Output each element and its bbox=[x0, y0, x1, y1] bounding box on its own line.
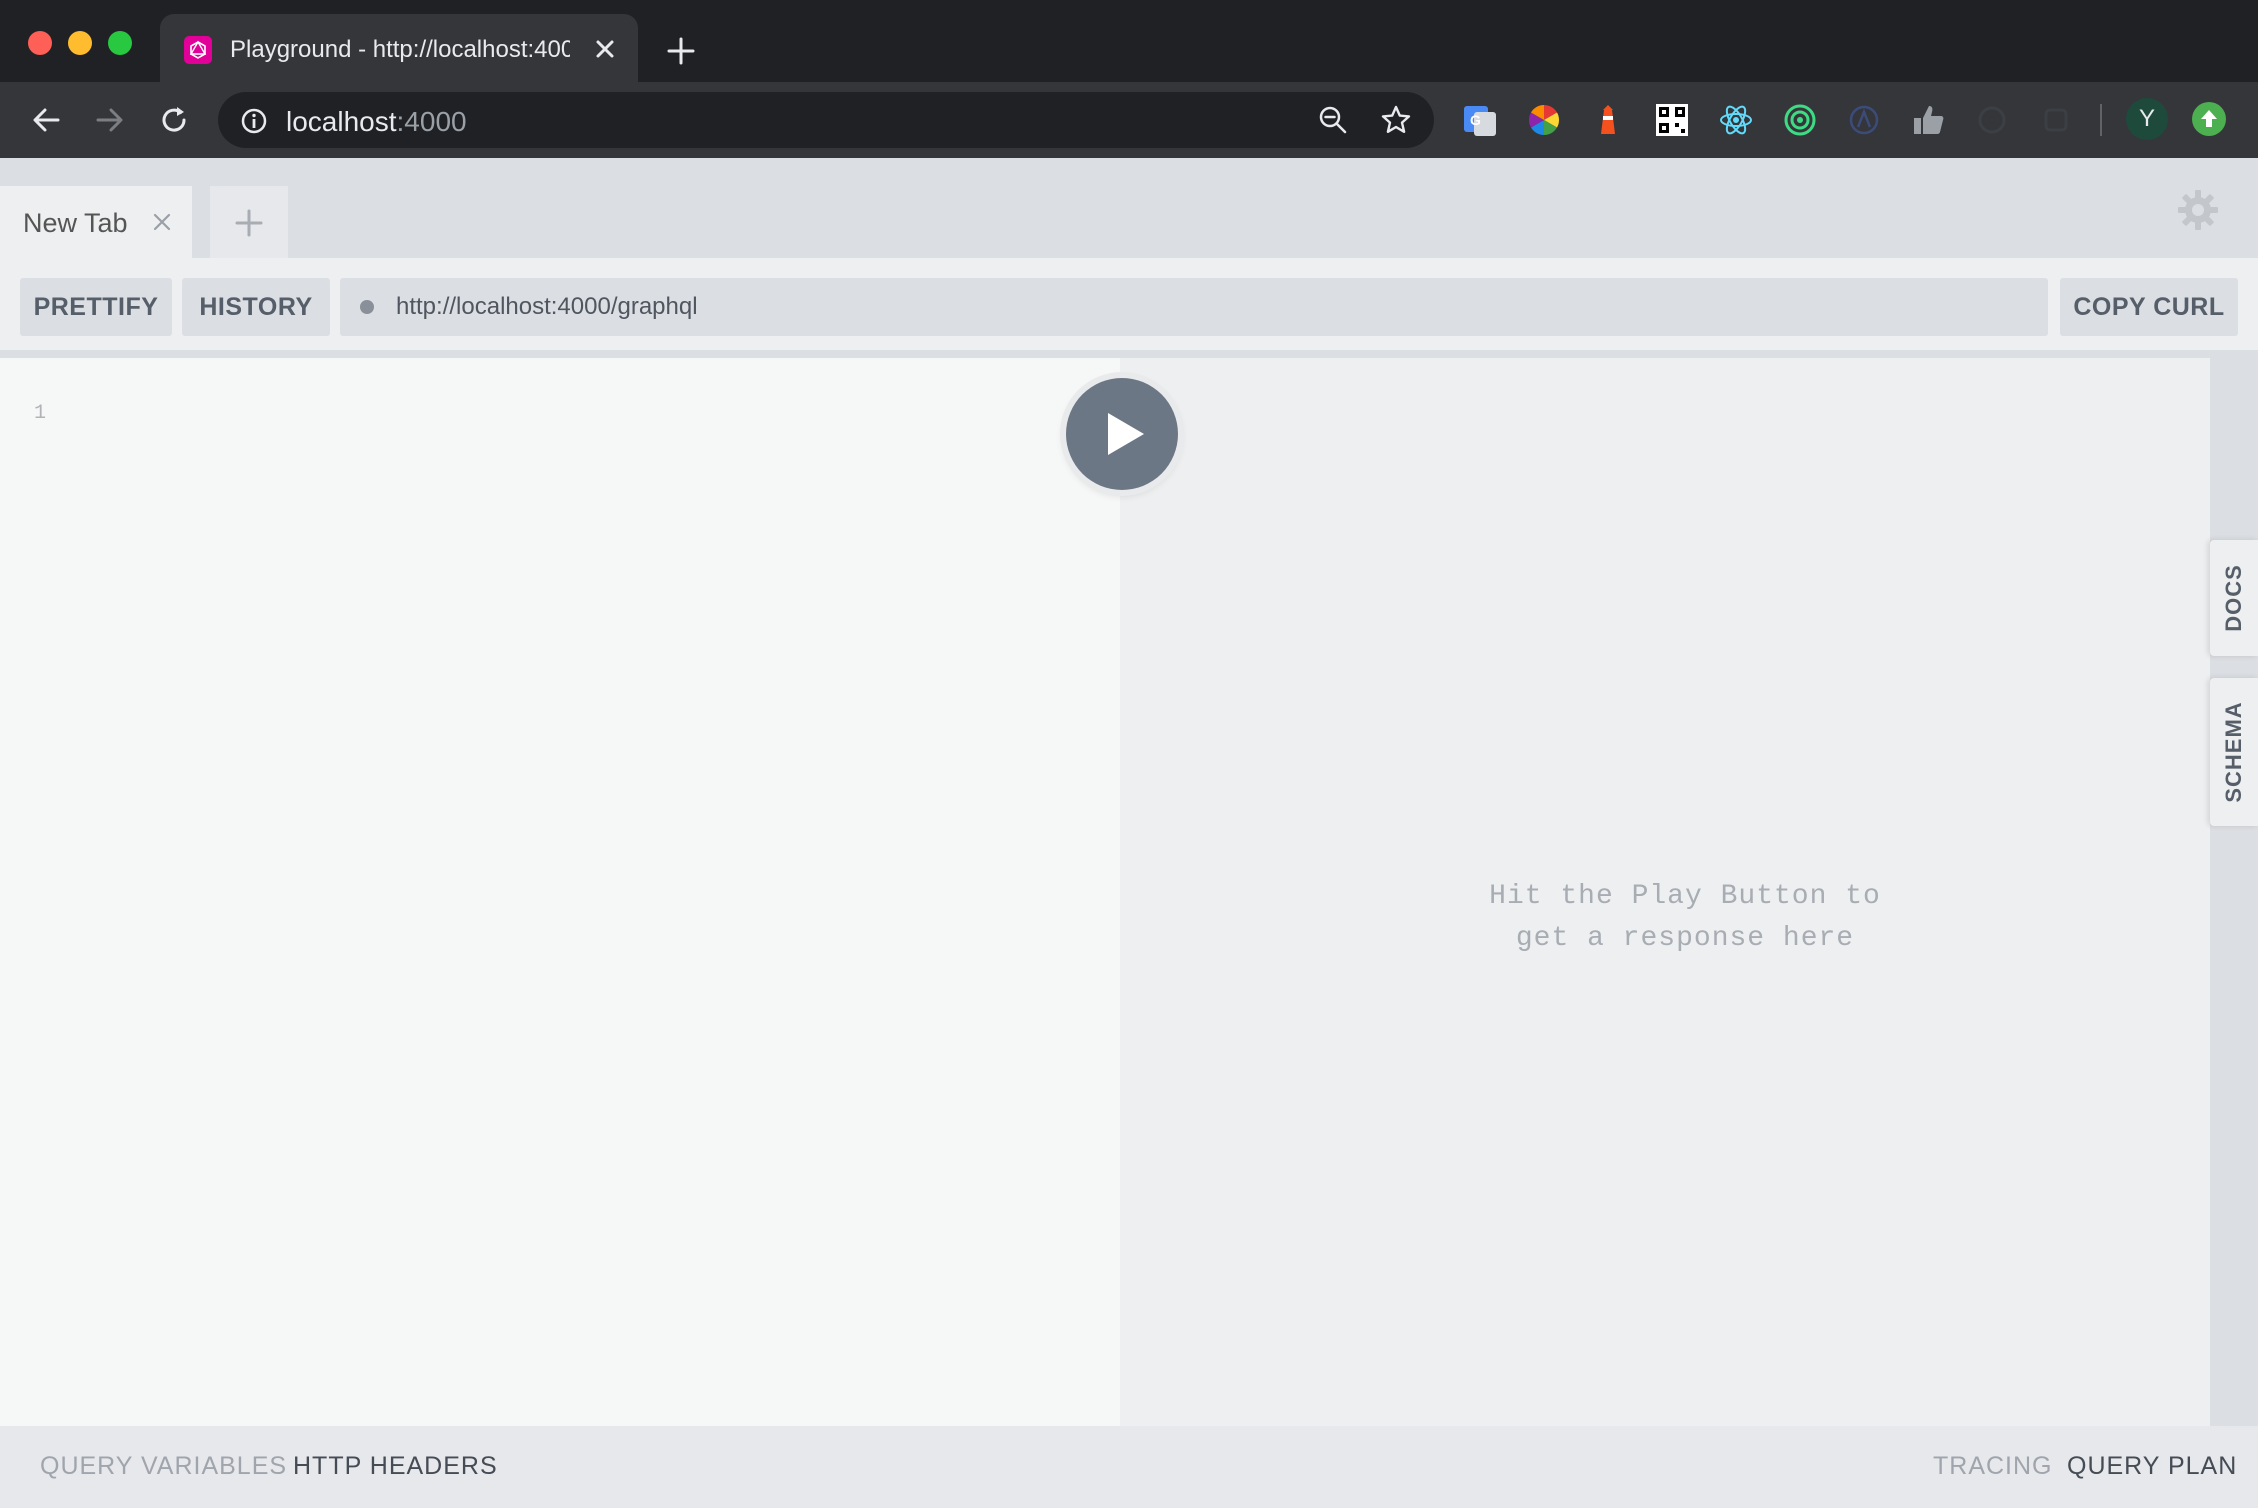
plus-icon bbox=[235, 209, 263, 237]
zoom-out-icon[interactable] bbox=[1318, 105, 1348, 135]
close-tab-icon[interactable] bbox=[590, 34, 620, 64]
react-devtools-icon[interactable] bbox=[1718, 102, 1754, 138]
minimize-window-button[interactable] bbox=[68, 31, 92, 55]
history-button[interactable]: HISTORY bbox=[182, 278, 330, 336]
copy-curl-button[interactable]: COPY CURL bbox=[2060, 278, 2238, 336]
browser-toolbar: localhost:4000 G Y bbox=[0, 82, 2258, 158]
browser-chrome: Playground - http://localhost:4000 local… bbox=[0, 0, 2258, 158]
site-info-icon[interactable] bbox=[240, 107, 268, 135]
query-variables-tab[interactable]: QUERY VARIABLES bbox=[40, 1452, 287, 1481]
thumbs-up-icon[interactable] bbox=[1910, 102, 1946, 138]
docs-side-tab[interactable]: DOCS bbox=[2210, 540, 2258, 656]
close-tab-icon[interactable] bbox=[150, 210, 174, 234]
query-editor[interactable]: 1 bbox=[0, 358, 1120, 1426]
execute-query-play-button[interactable] bbox=[1066, 378, 1178, 490]
google-translate-icon[interactable]: G bbox=[1462, 102, 1498, 138]
update-arrow-icon[interactable] bbox=[2192, 102, 2226, 136]
apollo-icon[interactable] bbox=[1846, 102, 1882, 138]
color-picker-icon[interactable] bbox=[1526, 102, 1562, 138]
result-pane: Hit the Play Button to get a response he… bbox=[1120, 358, 2210, 1426]
query-plan-tab[interactable]: QUERY PLAN bbox=[2067, 1452, 2237, 1481]
browser-tab[interactable]: Playground - http://localhost:4000 bbox=[160, 14, 638, 82]
bookmark-star-icon[interactable] bbox=[1380, 104, 1412, 136]
playground-tab[interactable]: New Tab bbox=[0, 186, 192, 258]
schema-side-tab[interactable]: SCHEMA bbox=[2210, 678, 2258, 826]
close-window-button[interactable] bbox=[28, 31, 52, 55]
lighthouse-icon[interactable] bbox=[1590, 102, 1626, 138]
back-arrow-icon[interactable] bbox=[28, 102, 64, 138]
settings-gear-icon[interactable] bbox=[2176, 188, 2220, 232]
toolbar-separator bbox=[2100, 104, 2102, 136]
endpoint-bar bbox=[340, 278, 2048, 336]
address-text: localhost:4000 bbox=[286, 106, 467, 137]
tracing-tab[interactable]: TRACING bbox=[1933, 1452, 2053, 1481]
profile-avatar[interactable]: Y bbox=[2126, 98, 2168, 140]
http-headers-tab[interactable]: HTTP HEADERS bbox=[293, 1452, 498, 1481]
play-icon bbox=[1108, 413, 1144, 455]
maximize-window-button[interactable] bbox=[108, 31, 132, 55]
bottom-panel-bar: QUERY VARIABLES HTTP HEADERS TRACING QUE… bbox=[0, 1426, 2258, 1508]
line-number: 1 bbox=[34, 402, 47, 425]
tab-title: Playground - http://localhost:4000 bbox=[230, 36, 570, 63]
graphql-playground: New Tab PRETTIFY HISTORY http://localhos… bbox=[0, 158, 2258, 1508]
target-icon[interactable] bbox=[1782, 102, 1818, 138]
graphql-favicon-icon bbox=[184, 36, 212, 64]
new-tab-plus-icon[interactable] bbox=[664, 34, 698, 68]
connection-status-dot bbox=[360, 300, 374, 314]
reload-icon[interactable] bbox=[156, 102, 192, 138]
add-tab-button[interactable] bbox=[210, 186, 288, 258]
disabled-extension-icon[interactable] bbox=[1974, 102, 2010, 138]
prettify-button[interactable]: PRETTIFY bbox=[20, 278, 172, 336]
qr-code-icon[interactable] bbox=[1654, 102, 1690, 138]
svg-text:G: G bbox=[1470, 112, 1481, 128]
disabled-extension-icon-2[interactable] bbox=[2038, 102, 2074, 138]
address-bar[interactable]: localhost:4000 bbox=[218, 92, 1434, 148]
result-placeholder: Hit the Play Button to get a response he… bbox=[1489, 881, 1881, 954]
playground-tab-label: New Tab bbox=[23, 208, 128, 238]
editor-toolbar: PRETTIFY HISTORY COPY CURL bbox=[0, 258, 2258, 350]
endpoint-url-input[interactable] bbox=[396, 278, 2026, 336]
forward-arrow-icon[interactable] bbox=[92, 102, 128, 138]
